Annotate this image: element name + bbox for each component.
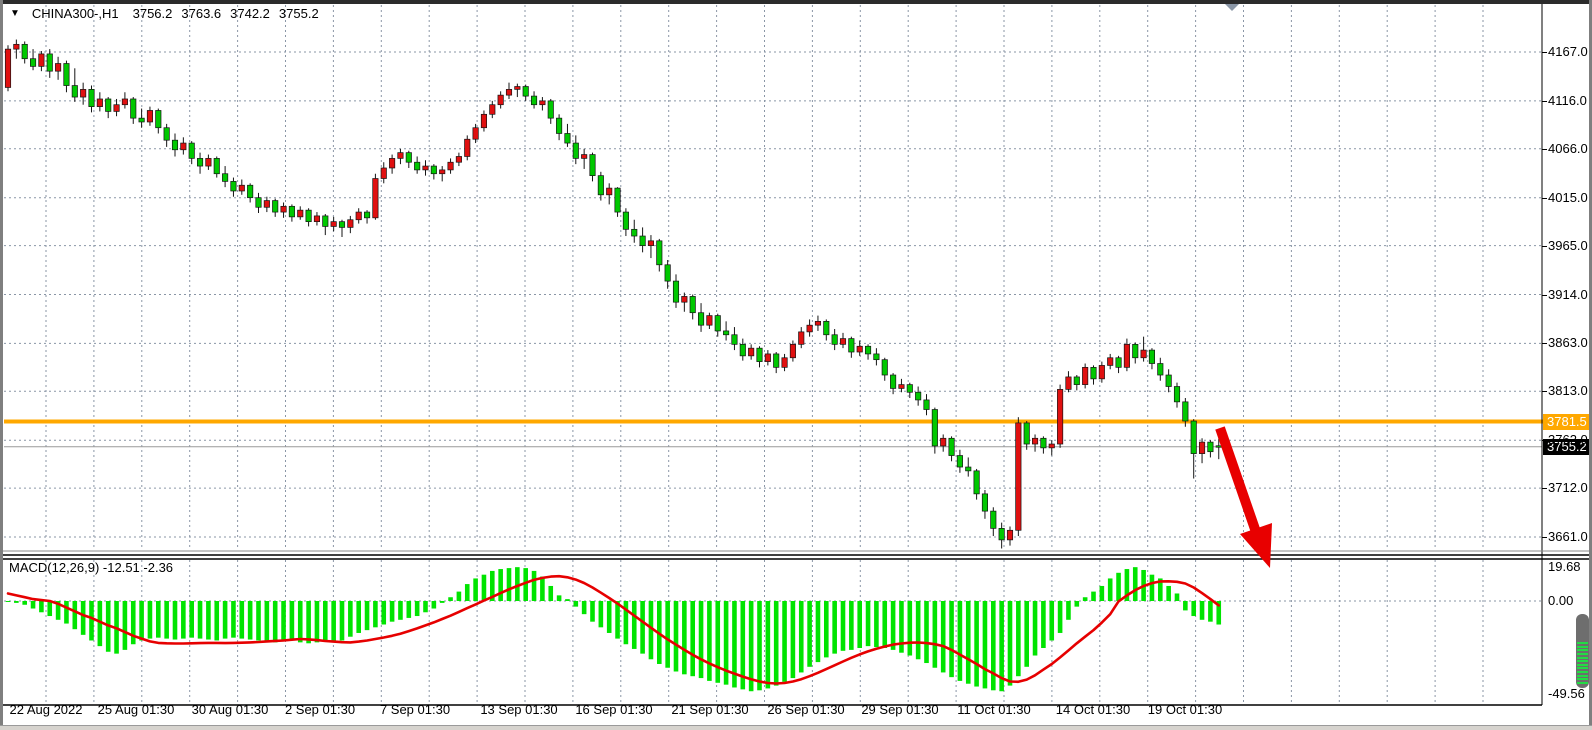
price-axis-label: 3965.0 (1548, 238, 1588, 254)
price-axis-tick (1542, 198, 1547, 199)
price-axis-tick (1542, 488, 1547, 489)
price-axis-label: 4167.0 (1548, 44, 1588, 60)
window-frame-bottom (0, 725, 1592, 730)
chart-header: ▼ CHINA300-,H1 3756.2 3763.6 3742.2 3755… (10, 6, 319, 21)
time-axis-label: 29 Sep 01:30 (861, 702, 938, 717)
low-value: 3742.2 (230, 6, 270, 21)
open-value: 3756.2 (133, 6, 173, 21)
price-axis-tick (1542, 149, 1547, 150)
time-axis-label: 22 Aug 2022 (9, 702, 82, 717)
price-axis-label: 3762.0 (1548, 432, 1588, 448)
macd-axis-label: 19.68 (1548, 559, 1581, 575)
macd-axis-label: -49.56 (1548, 686, 1585, 702)
chart-window: ▼ CHINA300-,H1 3756.2 3763.6 3742.2 3755… (0, 0, 1592, 730)
time-axis-label: 30 Aug 01:30 (192, 702, 269, 717)
price-axis-label: 4015.0 (1548, 190, 1588, 206)
time-axis-label: 2 Sep 01:30 (285, 702, 355, 717)
price-axis-label: 3863.0 (1548, 335, 1588, 351)
close-value: 3755.2 (279, 6, 319, 21)
price-axis-label: 3712.0 (1548, 480, 1588, 496)
ohlc-readout: 3756.2 3763.6 3742.2 3755.2 (133, 6, 319, 21)
price-axis-tick (1542, 440, 1547, 441)
price-axis-tick (1542, 246, 1547, 247)
price-axis-tick (1542, 537, 1547, 538)
time-axis-label: 19 Oct 01:30 (1148, 702, 1222, 717)
window-frame-top (0, 0, 1592, 4)
price-axis-tick (1542, 101, 1547, 102)
time-axis-label: 26 Sep 01:30 (767, 702, 844, 717)
scroll-indicator-stripes (1577, 642, 1588, 684)
price-axis-label: 3813.0 (1548, 383, 1588, 399)
time-axis-label: 14 Oct 01:30 (1056, 702, 1130, 717)
chart-canvas[interactable] (0, 0, 1592, 730)
symbol-timeframe-label: CHINA300-,H1 (32, 6, 119, 21)
orange-level-price-tag: 3781.5 (1543, 414, 1592, 430)
macd-indicator-label: MACD(12,26,9) -12.51 -2.36 (9, 560, 173, 575)
time-axis-label: 7 Sep 01:30 (380, 702, 450, 717)
price-axis-tick (1542, 295, 1547, 296)
scroll-position-marker-icon (1225, 4, 1239, 11)
time-axis-label: 13 Sep 01:30 (480, 702, 557, 717)
time-axis-label: 16 Sep 01:30 (575, 702, 652, 717)
red-down-arrow-annotation (1220, 428, 1272, 568)
price-axis-tick (1542, 343, 1547, 344)
time-axis-label: 11 Oct 01:30 (957, 702, 1030, 717)
price-axis-tick (1542, 52, 1547, 53)
price-axis-label: 3661.0 (1548, 529, 1588, 545)
price-axis-tick (1542, 391, 1547, 392)
window-frame-left (0, 0, 3, 730)
macd-axis-label: 0.00 (1548, 593, 1573, 609)
price-axis-label: 4066.0 (1548, 141, 1588, 157)
high-value: 3763.6 (181, 6, 221, 21)
price-axis-label: 3914.0 (1548, 287, 1588, 303)
time-axis-label: 25 Aug 01:30 (98, 702, 175, 717)
price-axis-label: 4116.0 (1548, 93, 1587, 109)
collapse-arrow-icon[interactable]: ▼ (10, 8, 20, 19)
scroll-indicator[interactable] (1576, 614, 1589, 688)
time-axis-label: 21 Sep 01:30 (671, 702, 748, 717)
